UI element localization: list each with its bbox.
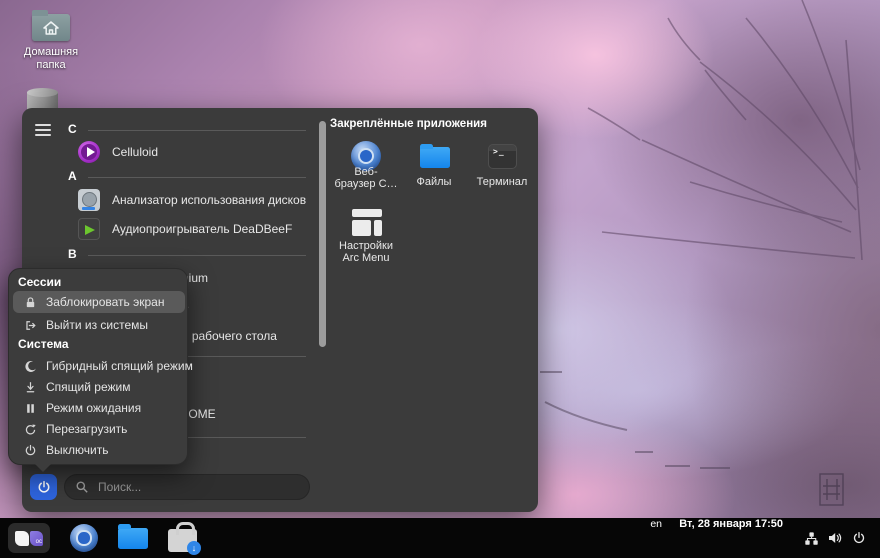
- logo-text: ос: [35, 538, 42, 545]
- menu-item-suspend[interactable]: Спящий режим: [13, 376, 185, 398]
- taskbar: ос ↓ en Вт, 28 января 17:50: [0, 518, 880, 558]
- power-status-icon[interactable]: [850, 518, 868, 558]
- taskbar-chromium-icon[interactable]: [70, 524, 98, 552]
- restart-icon: [23, 422, 37, 436]
- menu-item-label: Режим ожидания: [46, 401, 142, 415]
- pinned-scrollbar[interactable]: [319, 121, 326, 347]
- update-badge: ↓: [187, 541, 201, 555]
- session-power-button[interactable]: [30, 474, 57, 500]
- celluloid-icon: [78, 141, 100, 163]
- network-icon[interactable]: [802, 518, 820, 558]
- app-label: Анализатор использования дисков: [112, 193, 307, 207]
- distro-logo-icon: [15, 530, 29, 546]
- menu-item-label: Перезагрузить: [46, 422, 128, 436]
- system-tray: [802, 518, 868, 558]
- menu-item-shutdown[interactable]: Выключить: [13, 439, 185, 461]
- pinned-app-label: Терминал: [476, 176, 528, 188]
- section-letter: B: [68, 247, 77, 261]
- moon-icon: [23, 359, 37, 373]
- standby-pause-icon: [23, 401, 37, 415]
- app-row-disk-analyzer[interactable]: Анализатор использования дисков: [72, 188, 328, 212]
- session-context-menu: Сессии Заблокировать экран Выйти из сист…: [8, 268, 193, 472]
- tree-branches: [587, 0, 863, 261]
- pinned-app-label: Arc Menu: [342, 252, 390, 264]
- logout-icon: [23, 318, 37, 332]
- menu-item-restart[interactable]: Перезагрузить: [13, 418, 185, 440]
- desktop-icon-home[interactable]: Домашняя папка: [12, 8, 90, 72]
- river-streaks: [540, 371, 730, 469]
- lock-icon: [23, 295, 37, 309]
- hamburger-menu-icon[interactable]: [35, 124, 51, 136]
- app-row-celluloid[interactable]: Celluloid: [72, 140, 328, 164]
- menu-item-standby[interactable]: Режим ожидания: [13, 397, 185, 419]
- shopping-bag-icon: ↓: [168, 522, 201, 555]
- volume-icon[interactable]: [826, 518, 844, 558]
- search-bar[interactable]: [64, 474, 310, 500]
- pinned-app-label: Настройки: [339, 240, 393, 252]
- section-letter: C: [68, 122, 77, 136]
- desktop-screen: Домашняя папка C Celluloid A Анализатор …: [0, 0, 880, 558]
- menu-item-label: Спящий режим: [46, 380, 131, 394]
- files-icon[interactable]: [420, 143, 450, 168]
- menu-item-label: Заблокировать экран: [46, 295, 165, 309]
- section-divider: [88, 130, 306, 131]
- artist-seal: [819, 473, 844, 506]
- pinned-app-label: Веб-: [354, 166, 378, 178]
- menu-item-logout[interactable]: Выйти из системы: [13, 314, 185, 336]
- taskbar-launchers: ос ↓: [8, 518, 201, 558]
- occluded-app-label[interactable]: IOME: [185, 407, 216, 421]
- app-row-deadbeef[interactable]: Аудиопроигрыватель DeaDBeeF: [72, 217, 328, 241]
- arc-menu-settings-icon[interactable]: [352, 209, 382, 236]
- app-menu-button[interactable]: ос: [8, 523, 50, 553]
- menu-item-label: Выключить: [46, 443, 109, 457]
- search-icon: [76, 481, 88, 493]
- suspend-icon: [23, 380, 37, 394]
- home-icon-label: Домашняя папка: [23, 46, 79, 71]
- section-divider: [88, 177, 306, 178]
- menu-tail: [35, 464, 51, 472]
- pinned-app-label: браузер C…: [334, 178, 398, 190]
- menu-item-label: Гибридный спящий режим: [46, 359, 193, 373]
- section-divider: [88, 255, 306, 256]
- house-glyph: [43, 20, 59, 35]
- clock[interactable]: Вт, 28 января 17:50: [679, 518, 783, 530]
- taskbar-software-center-icon[interactable]: ↓: [168, 522, 201, 555]
- keyboard-layout-indicator[interactable]: en: [650, 518, 662, 530]
- home-folder-icon: [32, 10, 70, 41]
- power-icon: [23, 443, 37, 457]
- menu-item-hybrid-sleep[interactable]: Гибридный спящий режим: [13, 355, 193, 377]
- occluded-app-label[interactable]: я рабочего стола: [182, 329, 277, 343]
- menu-item-lock-screen[interactable]: Заблокировать экран: [13, 291, 185, 313]
- disk-usage-analyzer-icon: [78, 189, 100, 211]
- session-section-header: Сессии: [18, 275, 62, 289]
- system-section-header: Система: [18, 337, 69, 351]
- app-label: Celluloid: [112, 145, 159, 159]
- menu-item-label: Выйти из системы: [46, 318, 149, 332]
- pinned-app-label: Файлы: [416, 176, 452, 188]
- section-letter: A: [68, 169, 77, 183]
- taskbar-files-icon[interactable]: [118, 524, 148, 549]
- terminal-icon[interactable]: [488, 144, 517, 169]
- search-input[interactable]: [96, 479, 299, 495]
- app-label: Аудиопроигрыватель DeaDBeeF: [112, 222, 293, 236]
- power-icon: [38, 480, 49, 493]
- deadbeef-icon: [78, 218, 100, 240]
- pinned-apps-header: Закреплённые приложения: [330, 118, 487, 130]
